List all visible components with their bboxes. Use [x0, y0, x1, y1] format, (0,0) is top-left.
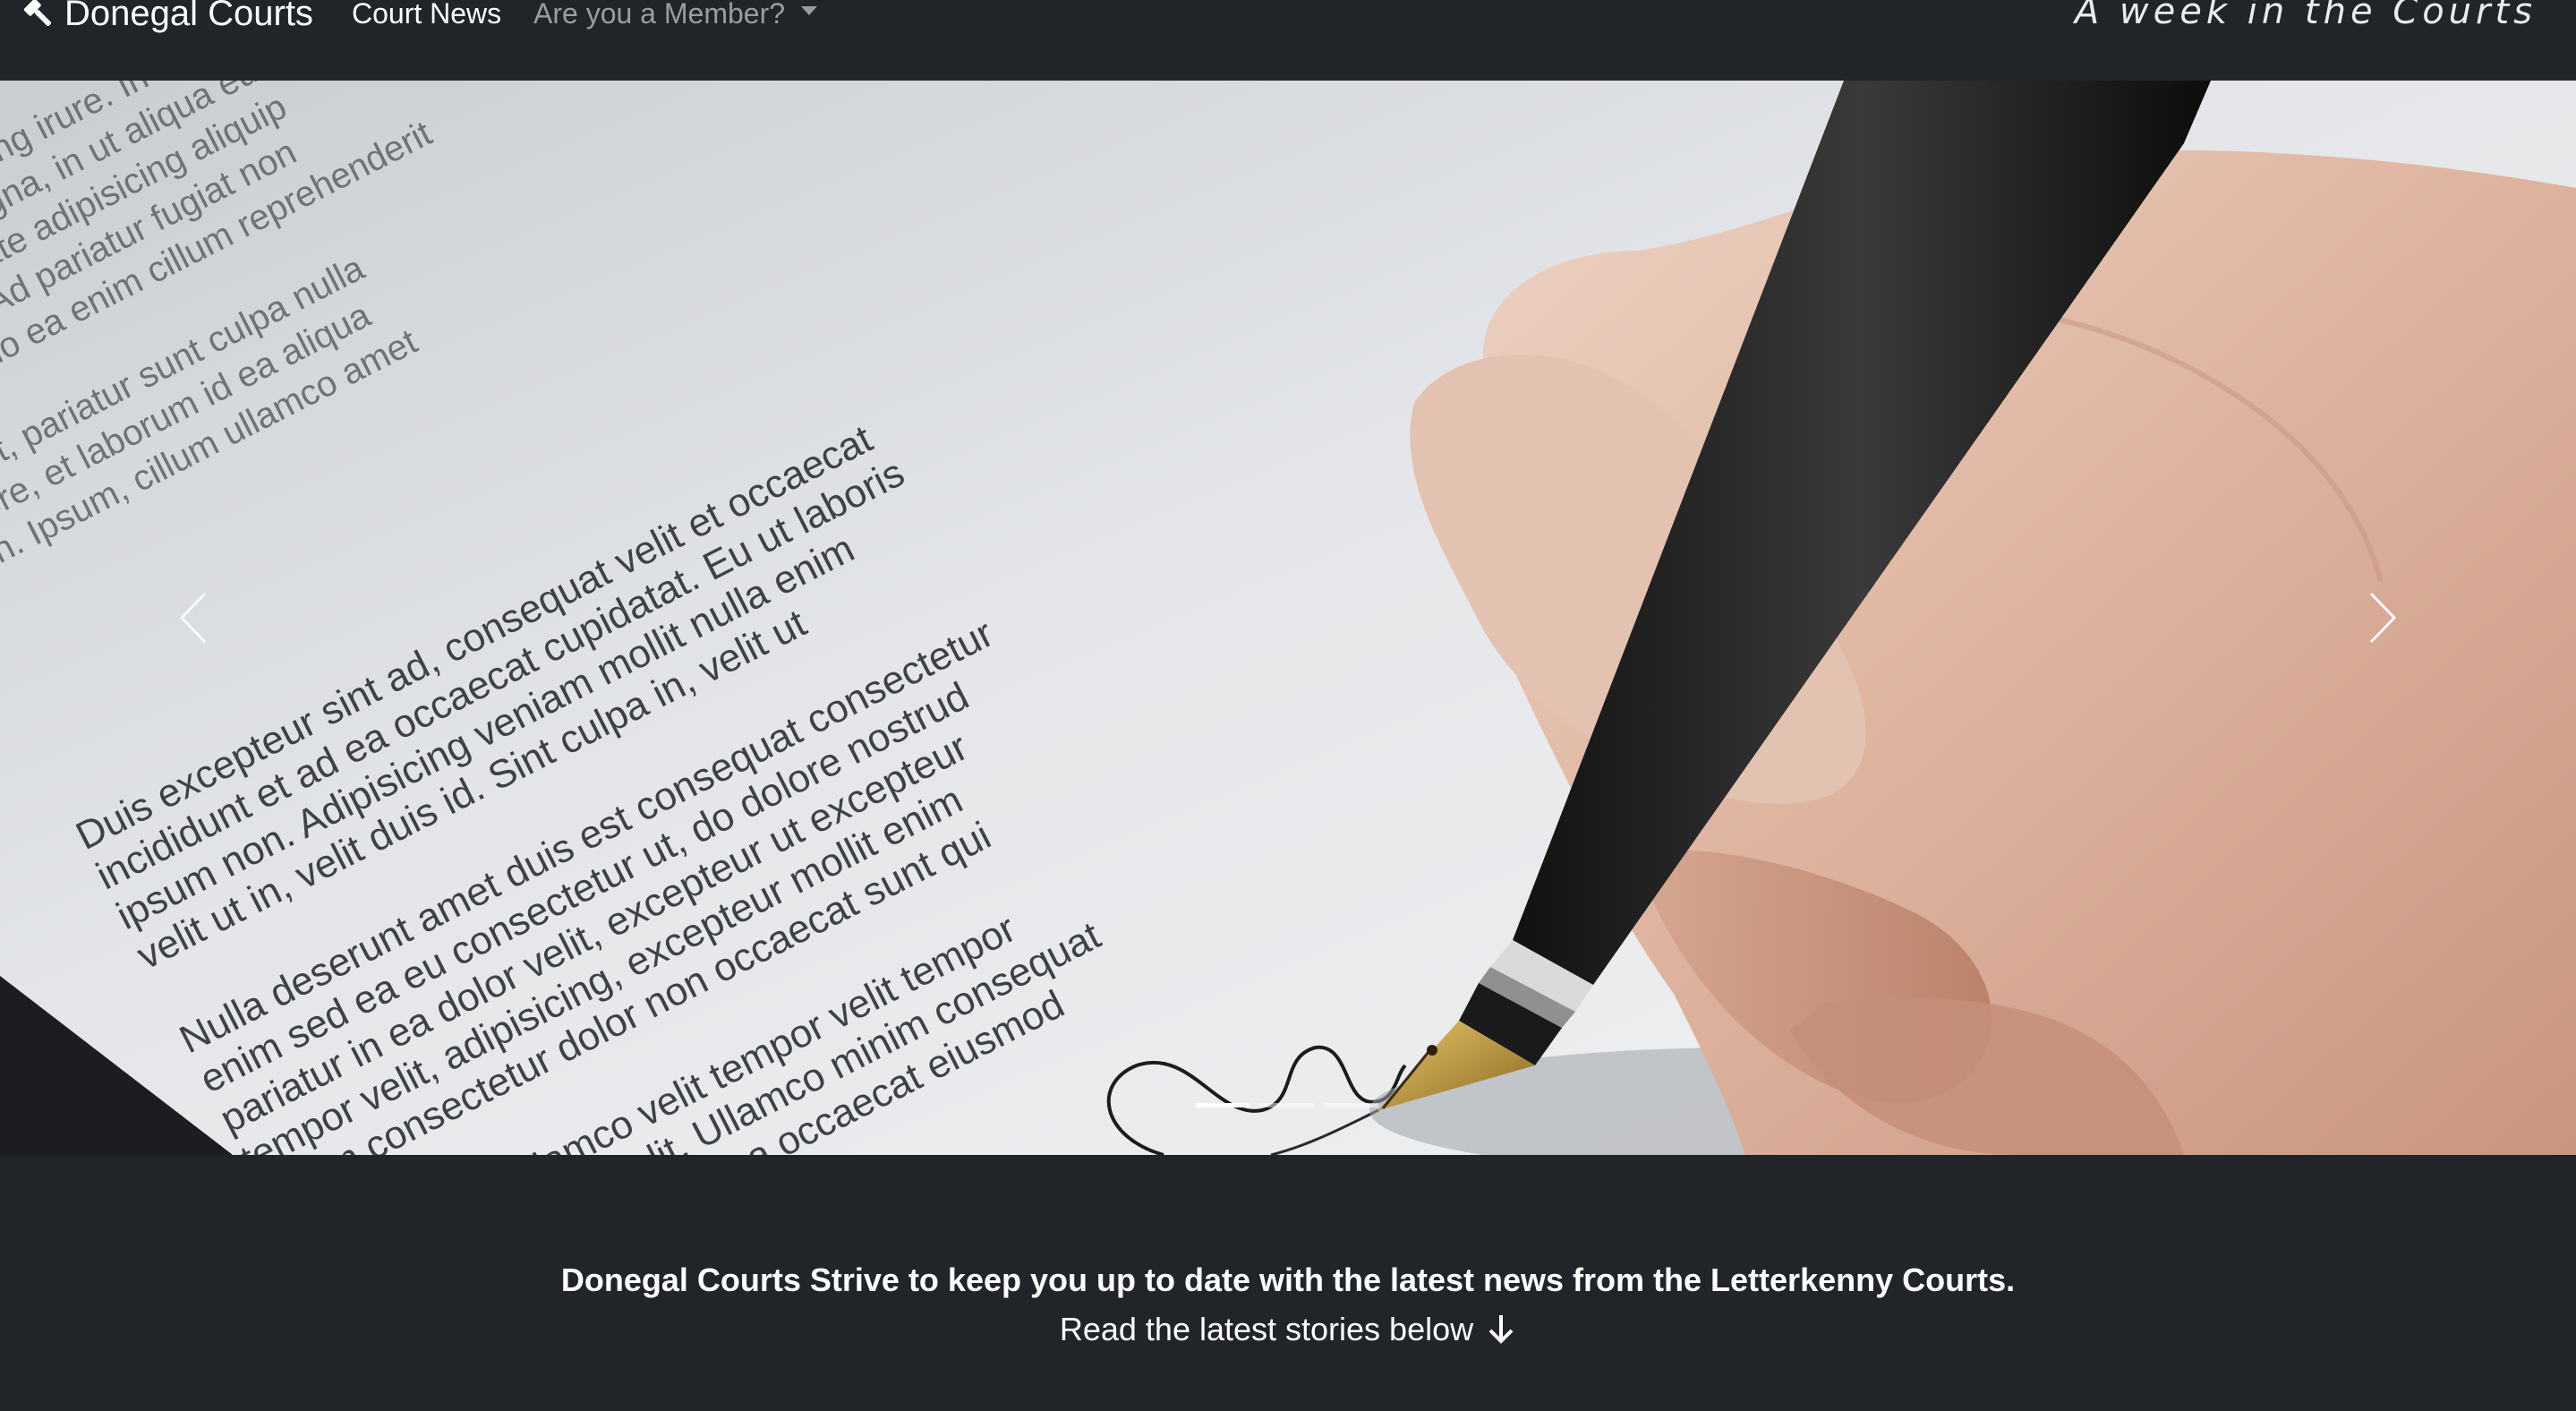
carousel-prev-button[interactable] — [140, 546, 247, 689]
arrow-down-icon — [1488, 1315, 1514, 1345]
gavel-icon — [23, 0, 52, 27]
carousel-indicators — [1196, 1103, 1378, 1107]
navbar: Donegal Courts Court News Are you a Memb… — [0, 0, 2576, 81]
chevron-left-icon — [179, 592, 207, 644]
chevron-right-icon — [2369, 592, 2397, 644]
nav-member-label: Are you a Member? — [533, 0, 786, 30]
brand-link[interactable]: Donegal Courts — [20, 0, 313, 36]
carousel-next-button[interactable] — [2329, 546, 2436, 689]
intro-section: Donegal Courts Strive to keep you up to … — [0, 1155, 2576, 1411]
site-tagline: A week in the Courts — [2074, 0, 2537, 32]
caret-down-icon — [801, 6, 818, 15]
carousel-indicator-3[interactable] — [1325, 1103, 1378, 1107]
intro-sub-text: Read the latest stories below — [1059, 1311, 1474, 1347]
hero-carousel: non. Ipsum, cillum ullamco amet dolore, e… — [0, 81, 2576, 1155]
nav-court-news[interactable]: Court News — [352, 0, 501, 36]
brand-title: Donegal Courts — [64, 0, 313, 33]
carousel-indicator-1[interactable] — [1196, 1103, 1250, 1107]
carousel-indicator-2[interactable] — [1260, 1103, 1314, 1107]
nav-member-dropdown[interactable]: Are you a Member? — [533, 0, 818, 36]
intro-lead-text: Donegal Courts Strive to keep you up to … — [560, 1261, 2016, 1298]
intro-sub-line: Read the latest stories below — [0, 1309, 2576, 1350]
slide-image: non. Ipsum, cillum ullamco ametdolore, e… — [0, 81, 2576, 1155]
